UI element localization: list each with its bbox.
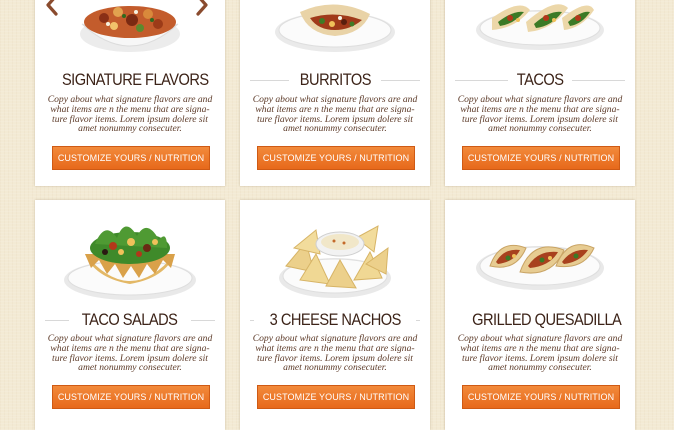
customize-nutrition-button[interactable]: CUSTOMIZE YOURS / NUTRITION bbox=[52, 385, 210, 409]
taco-salads-image[interactable] bbox=[35, 208, 225, 308]
card-description: Copy about what signature flavors are an… bbox=[252, 333, 418, 374]
customize-nutrition-button[interactable]: CUSTOMIZE YOURS / NUTRITION bbox=[257, 146, 415, 170]
nachos-image[interactable] bbox=[240, 208, 430, 308]
title-divider-right bbox=[190, 319, 216, 321]
tacos-image[interactable] bbox=[445, 0, 635, 58]
menu-card-grilled-quesadilla: GRILLED QUESADILLA Copy about what signa… bbox=[445, 200, 635, 430]
card-title: SIGNATURE FLAVORS bbox=[61, 70, 209, 89]
menu-card-taco-salads: TACO SALADS Copy about what signature fl… bbox=[35, 200, 225, 430]
card-description: Copy about what signature flavors are an… bbox=[457, 94, 623, 135]
card-title-row: TACO SALADS bbox=[45, 310, 216, 330]
card-title-row: 3 CHEESE NACHOS bbox=[250, 310, 421, 330]
title-divider-right bbox=[416, 319, 421, 321]
carousel-prev-button[interactable] bbox=[45, 0, 59, 16]
customize-nutrition-button[interactable]: CUSTOMIZE YOURS / NUTRITION bbox=[52, 146, 210, 170]
card-title-row: TACOS bbox=[455, 70, 625, 90]
carousel-next-button[interactable] bbox=[195, 0, 209, 16]
burritos-image[interactable] bbox=[240, 0, 430, 58]
title-divider-left bbox=[455, 79, 508, 81]
customize-nutrition-button[interactable]: CUSTOMIZE YOURS / NUTRITION bbox=[462, 385, 620, 409]
card-title-row: GRILLED QUESADILLA bbox=[455, 310, 625, 330]
title-divider-right bbox=[381, 79, 421, 81]
menu-card-burritos: BURRITOS Copy about what signature flavo… bbox=[240, 0, 430, 186]
card-title: BURRITOS bbox=[299, 70, 371, 89]
chevron-right-icon bbox=[196, 0, 208, 16]
card-title: TACOS bbox=[516, 70, 564, 89]
card-title: GRILLED QUESADILLA bbox=[472, 310, 622, 329]
card-description: Copy about what signature flavors are an… bbox=[252, 94, 418, 135]
card-description: Copy about what signature flavors are an… bbox=[47, 94, 213, 135]
title-divider-left bbox=[250, 79, 289, 81]
card-title: TACO SALADS bbox=[82, 310, 178, 329]
title-divider-left bbox=[250, 319, 254, 321]
card-title: 3 CHEESE NACHOS bbox=[269, 310, 401, 329]
menu-card-3-cheese-nachos: 3 CHEESE NACHOS Copy about what signatur… bbox=[240, 200, 430, 430]
menu-card-tacos: TACOS Copy about what signature flavors … bbox=[445, 0, 635, 186]
card-description: Copy about what signature flavors are an… bbox=[47, 333, 213, 374]
card-title-row: BURRITOS bbox=[250, 70, 421, 90]
customize-nutrition-button[interactable]: CUSTOMIZE YOURS / NUTRITION bbox=[257, 385, 415, 409]
customize-nutrition-button[interactable]: CUSTOMIZE YOURS / NUTRITION bbox=[462, 146, 620, 170]
card-title-row: SIGNATURE FLAVORS bbox=[45, 70, 215, 90]
card-description: Copy about what signature flavors are an… bbox=[457, 333, 623, 374]
menu-card-signature-flavors: SIGNATURE FLAVORS Copy about what signat… bbox=[35, 0, 225, 186]
title-divider-left bbox=[45, 319, 70, 321]
title-divider-right bbox=[572, 79, 625, 81]
quesadilla-image[interactable] bbox=[445, 208, 635, 308]
chevron-left-icon bbox=[46, 0, 58, 16]
